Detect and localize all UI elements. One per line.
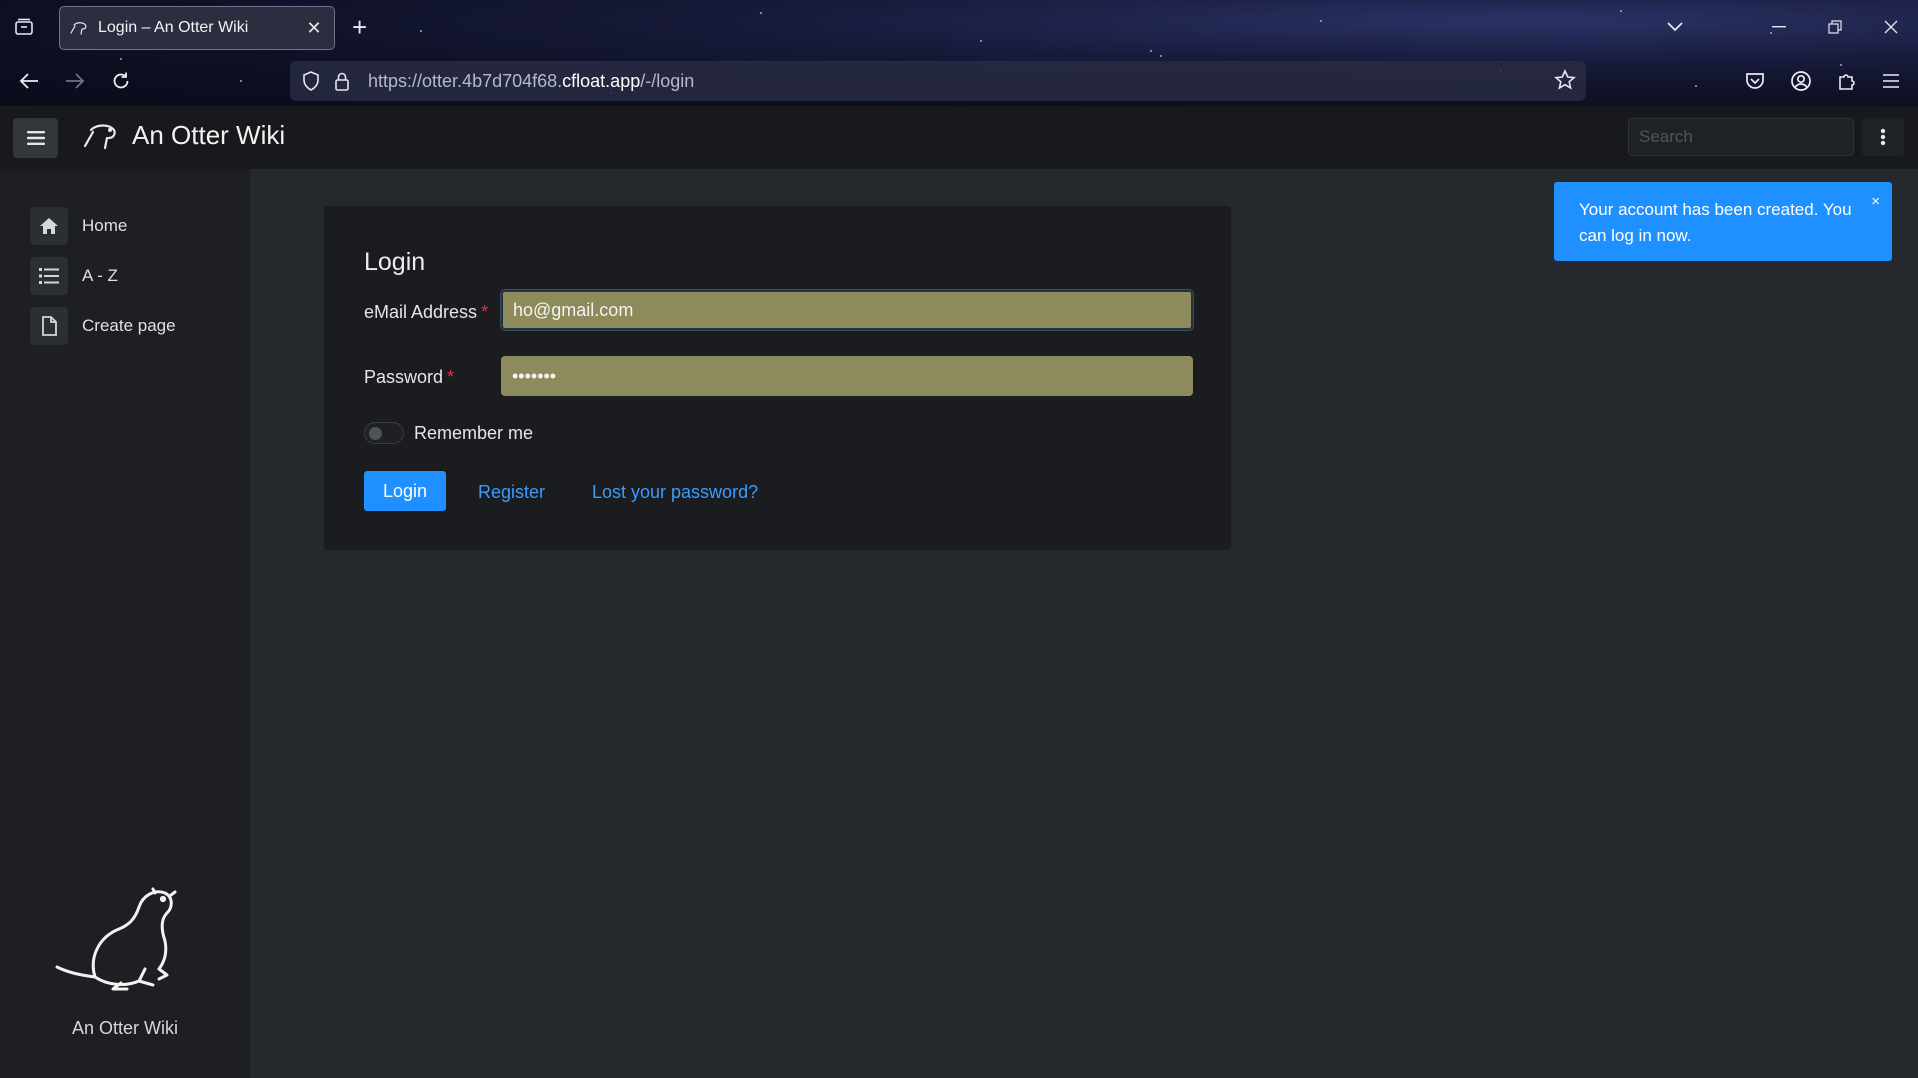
account-icon	[1791, 71, 1811, 91]
otter-mascot-icon	[55, 887, 177, 991]
toast-message: Your account has been created. You can l…	[1579, 200, 1852, 245]
password-label: Password *	[364, 367, 455, 387]
toast-close-icon[interactable]: ×	[1871, 193, 1880, 210]
arrow-left-icon	[19, 73, 38, 89]
login-card: Login eMail Address* Password* Remember …	[324, 206, 1231, 550]
sidebar-item-label: Create page	[82, 316, 176, 335]
account-button[interactable]	[1786, 66, 1816, 96]
sidebar-footer: An Otter Wiki	[0, 885, 250, 1039]
required-asterisk: *	[481, 302, 489, 322]
list-all-tabs-chevron-icon[interactable]	[1660, 12, 1690, 42]
lost-password-link[interactable]: Lost your password?	[592, 482, 758, 503]
list-icon	[30, 257, 68, 295]
otter-favicon-icon	[70, 22, 87, 35]
brand-link[interactable]: An Otter Wiki	[82, 120, 285, 151]
sidebar-item-a-z[interactable]: A - Z	[30, 256, 118, 296]
register-link[interactable]: Register	[478, 482, 545, 503]
lock-icon[interactable]	[334, 71, 350, 91]
hamburger-menu-icon	[1883, 74, 1899, 88]
success-toast: Your account has been created. You can l…	[1554, 182, 1892, 261]
browser-chrome: Login – An Otter Wiki ✕ + https://otter.…	[0, 0, 1918, 106]
file-icon	[30, 307, 68, 345]
back-button[interactable]	[14, 66, 44, 96]
forward-button[interactable]	[60, 66, 90, 96]
app-header: An Otter Wiki	[0, 106, 1918, 169]
login-button[interactable]: Login	[364, 471, 446, 511]
new-tab-button[interactable]: +	[352, 12, 367, 42]
remember-me-toggle[interactable]	[364, 422, 404, 444]
hamburger-icon	[26, 131, 45, 145]
otter-logo-icon	[83, 123, 116, 149]
kebab-menu-icon	[1880, 128, 1886, 146]
tab-list-button[interactable]	[12, 15, 36, 39]
sidebar-footer-label: An Otter Wiki	[71, 1018, 178, 1038]
sidebar-item-label: Home	[82, 216, 128, 235]
pocket-button[interactable]	[1740, 66, 1770, 96]
login-title: Login	[364, 248, 426, 276]
url-bar[interactable]: https://otter.4b7d704f68.cfloat.app/-/lo…	[290, 61, 1586, 101]
url-text: https://otter.4b7d704f68.cfloat.app/-/lo…	[368, 70, 695, 91]
nav-bar: https://otter.4b7d704f68.cfloat.app/-/lo…	[0, 56, 1918, 106]
tab-list-icon	[15, 18, 33, 35]
arrow-right-icon	[66, 73, 85, 89]
app-menu-button[interactable]	[1876, 66, 1906, 96]
toggle-knob	[369, 427, 382, 440]
extensions-button[interactable]	[1832, 66, 1862, 96]
reload-button[interactable]	[106, 66, 136, 96]
sidebar-item-home[interactable]: Home	[30, 206, 127, 246]
remember-me-label[interactable]: Remember me	[414, 423, 533, 444]
browser-tab[interactable]: Login – An Otter Wiki ✕	[59, 6, 335, 50]
sidebar-item-label: A - Z	[82, 266, 118, 285]
tab-bar: Login – An Otter Wiki ✕ +	[0, 0, 1918, 54]
restore-button[interactable]	[1820, 12, 1850, 42]
brand-title: An Otter Wiki	[132, 120, 286, 150]
more-options-button[interactable]	[1862, 118, 1904, 156]
tab-title: Login – An Otter Wiki	[98, 19, 249, 36]
email-label: eMail Address *	[364, 302, 489, 322]
sidebar-item-create-page[interactable]: Create page	[30, 306, 176, 346]
password-field[interactable]	[501, 356, 1193, 396]
reload-icon	[113, 72, 129, 89]
tab-close-icon[interactable]: ✕	[304, 18, 324, 39]
required-asterisk: *	[447, 367, 455, 387]
sidebar-toggle-button[interactable]	[13, 118, 58, 158]
sidebar: Home A - Z Create page An Otter Wiki	[0, 169, 250, 1078]
puzzle-icon	[1839, 74, 1855, 90]
pocket-icon	[1746, 73, 1764, 89]
minimize-button[interactable]	[1764, 12, 1794, 42]
search-input[interactable]	[1628, 118, 1854, 156]
email-field[interactable]	[501, 290, 1193, 330]
shield-icon[interactable]	[302, 71, 320, 91]
home-icon	[30, 207, 68, 245]
bookmark-star-icon[interactable]	[1554, 69, 1576, 91]
close-window-button[interactable]	[1876, 12, 1906, 42]
